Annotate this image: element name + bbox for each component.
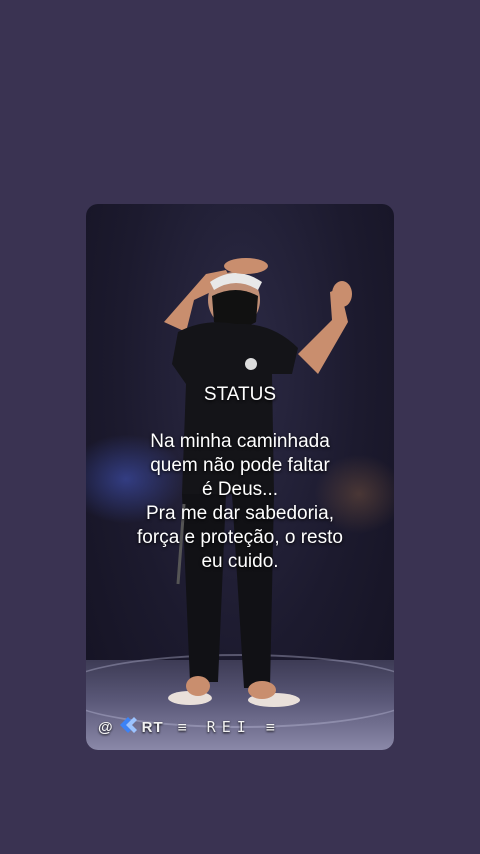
quote-line: é Deus... [201, 479, 279, 500]
watermark: @ RT ≡ REI ≡ [98, 716, 281, 738]
watermark-sep-right: ≡ [265, 718, 281, 736]
status-heading: STATUS [203, 384, 277, 405]
quote-line: eu cuido. [201, 551, 279, 572]
quote-line: Na minha caminhada [150, 431, 330, 452]
watermark-tag: RT [141, 718, 164, 736]
left-hand [224, 258, 268, 274]
quote-text: Na minha caminhada quem não pode faltar … [92, 430, 388, 574]
right-foot [248, 681, 276, 699]
watermark-sep-left: ≡ [177, 718, 193, 736]
watermark-name: REI [206, 718, 252, 736]
quote-line: Pra me dar sabedoria, [146, 503, 334, 524]
k-logo-icon [118, 716, 138, 738]
quote-line: força e proteção, o resto [137, 527, 343, 548]
watermark-at: @ [98, 718, 114, 736]
quote-line: quem não pode faltar [150, 455, 330, 476]
right-hand [332, 281, 352, 307]
status-video-card[interactable]: STATUS Na minha caminhada quem não pode … [86, 204, 394, 750]
left-foot [186, 676, 210, 696]
chest-logo [245, 358, 257, 370]
